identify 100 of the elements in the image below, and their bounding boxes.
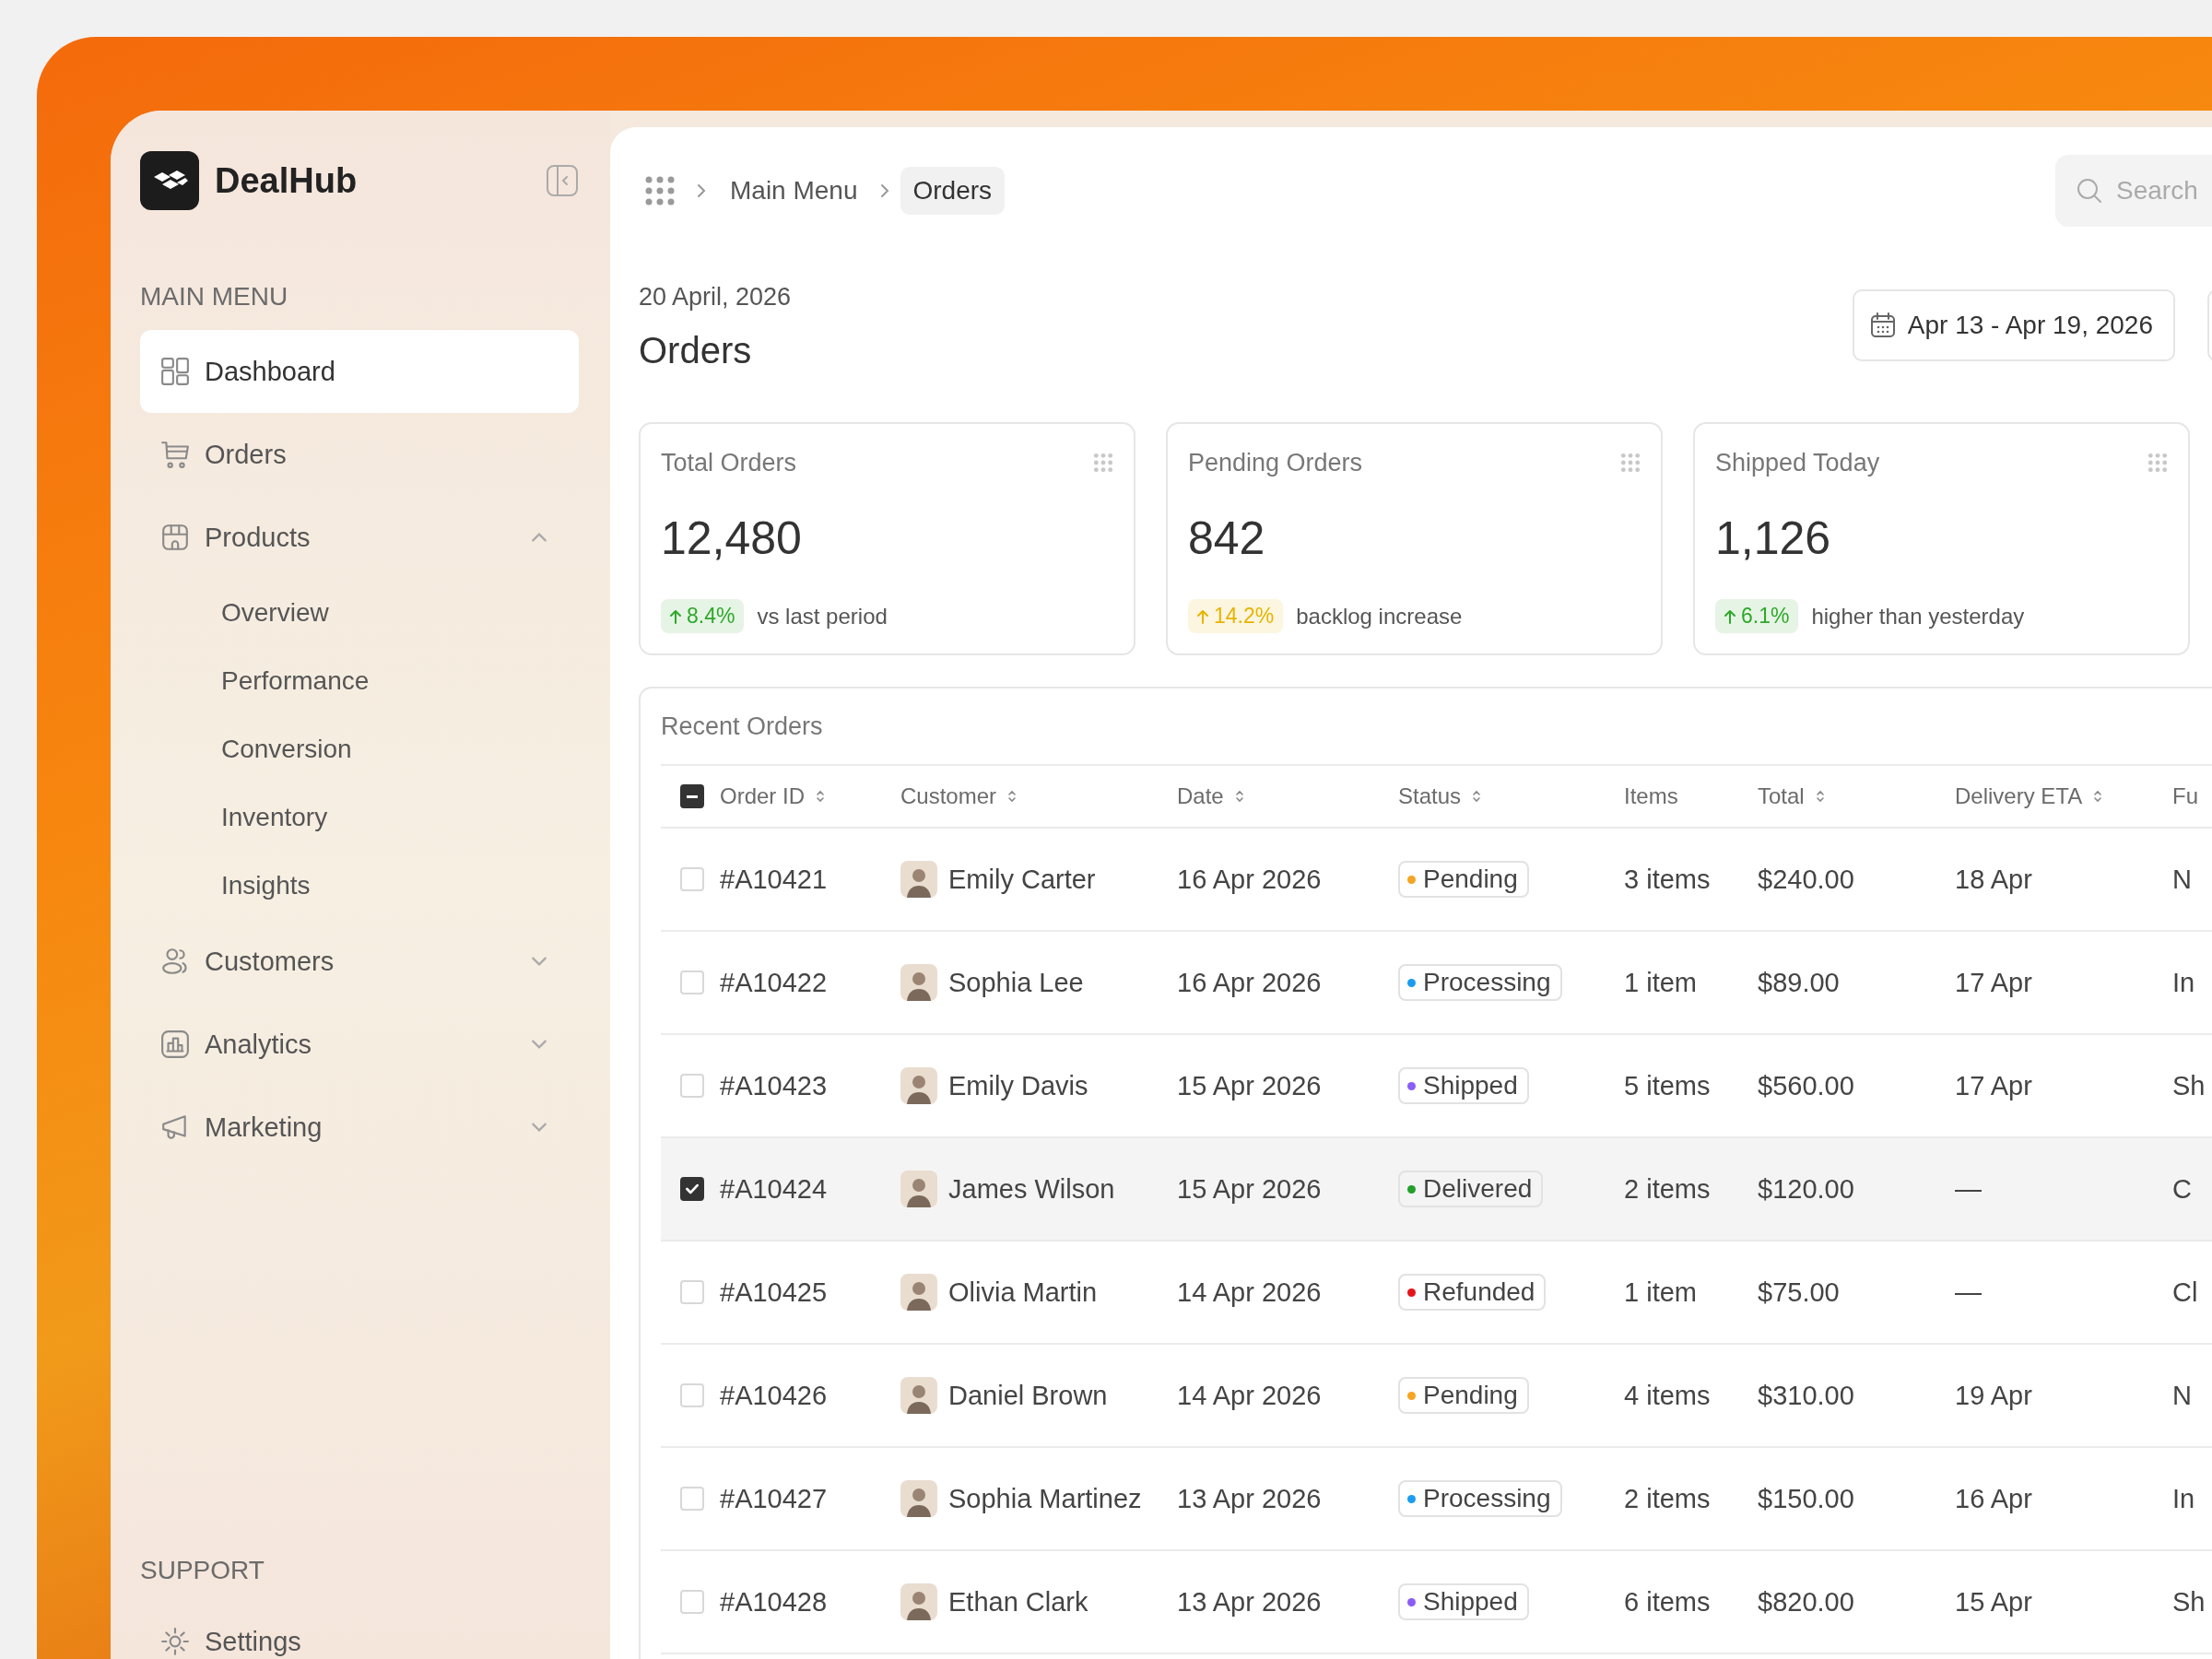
table-title: Recent Orders [661, 711, 824, 742]
order-id: #A10423 [720, 1070, 829, 1101]
column-header[interactable]: Total [1758, 783, 1955, 809]
item-count: 1 item [1624, 967, 1698, 998]
table-cell-text: Cl [2172, 1277, 2199, 1308]
breadcrumb-link[interactable]: Orders [900, 167, 1006, 215]
status-tag: Shipped [1398, 1583, 1529, 1620]
column-header[interactable]: Items [1624, 783, 1758, 809]
item-count: 3 items [1624, 864, 1712, 895]
order-id: #A10424 [720, 1173, 829, 1205]
column-header[interactable]: Delivery ETA [1955, 783, 2172, 809]
nav-subitem[interactable]: Overview [140, 579, 579, 647]
order-id: #A10422 [720, 967, 829, 998]
customer-name: James Wilson [948, 1173, 1115, 1205]
drag-handle-icon[interactable] [1620, 453, 1641, 473]
customer-name: Olivia Martin [948, 1277, 1098, 1308]
nav-subitem[interactable]: Performance [140, 647, 579, 715]
section-heading: SUPPORT [140, 1555, 265, 1586]
table-cell-text: N [2172, 864, 2193, 895]
order-date: 13 Apr 2026 [1177, 1586, 1323, 1618]
row-checkbox[interactable] [680, 1177, 704, 1201]
apps-grid-icon[interactable] [645, 176, 675, 206]
order-total: $240.00 [1758, 864, 1855, 895]
table-row[interactable]: #A10427 Sophia Martinez 13 Apr 2026 Processing 2 items $150.00 16 Apr In [661, 1448, 2212, 1551]
column-header[interactable]: Customer [900, 783, 1177, 809]
chevron-right-icon [879, 183, 889, 198]
status-tag: Delivered [1398, 1171, 1544, 1207]
nav-subitem[interactable]: Inventory [140, 783, 579, 852]
nav-subitem[interactable]: Conversion [140, 715, 579, 783]
avatar-icon [900, 1067, 937, 1104]
nav-subitem[interactable]: Insights [140, 852, 579, 920]
date-range-button[interactable]: Apr 13 - Apr 19, 2026 [1852, 289, 2175, 361]
stat-note: vs last period [757, 603, 888, 629]
logo-icon [140, 151, 199, 210]
stat-value: 1,126 [1715, 512, 1832, 566]
stat-note: backlog increase [1296, 603, 1463, 629]
customer-name: Ethan Clark [948, 1586, 1088, 1618]
table-row[interactable]: #A10425 Olivia Martin 14 Apr 2026 Refunded 1 item $75.00 — Cl [661, 1241, 2212, 1345]
nav-item[interactable]: Customers [140, 920, 579, 1003]
page-title: Orders [639, 329, 753, 372]
delivery-eta: 16 Apr [1955, 1483, 2033, 1514]
avatar-icon [900, 1274, 937, 1311]
order-date: 16 Apr 2026 [1177, 967, 1323, 998]
search-field[interactable]: Search [2055, 155, 2212, 227]
avatar-icon [900, 861, 937, 898]
order-id: #A10425 [720, 1277, 829, 1308]
order-total: $310.00 [1758, 1380, 1855, 1411]
status-tag: Processing [1398, 964, 1562, 1001]
stat-title: Pending Orders [1188, 448, 1363, 477]
status-tag: Processing [1398, 1480, 1562, 1517]
arrow-up-icon [1724, 608, 1735, 624]
order-date: 13 Apr 2026 [1177, 1483, 1323, 1514]
stat-value: 842 [1188, 512, 1266, 566]
table-row[interactable]: #A10428 Ethan Clark 13 Apr 2026 Shipped 6 items $820.00 15 Apr Sh [661, 1551, 2212, 1654]
stat-title: Total Orders [661, 448, 797, 477]
brand-name: DealHub [215, 160, 359, 201]
stat-note: higher than yesterday [1811, 603, 2025, 629]
nav-item[interactable]: Dashboard [140, 330, 579, 413]
select-all-checkbox[interactable] [680, 784, 704, 808]
trend-badge: 6.1% [1715, 599, 1799, 633]
column-header[interactable]: Status [1398, 783, 1624, 809]
drag-handle-icon[interactable] [2147, 453, 2168, 473]
table-row[interactable]: #A10426 Daniel Brown 14 Apr 2026 Pending 4 items $310.00 19 Apr N [661, 1345, 2212, 1448]
order-id: #A10428 [720, 1586, 829, 1618]
chevron-right-icon [697, 183, 706, 198]
item-count: 6 items [1624, 1586, 1712, 1618]
breadcrumb-link[interactable]: Main Menu [717, 167, 871, 215]
order-id: #A10427 [720, 1483, 829, 1514]
delivery-eta: 17 Apr [1955, 967, 2033, 998]
nav-item[interactable]: Settings [140, 1600, 579, 1659]
sidebar-collapse-icon[interactable] [546, 164, 579, 197]
column-header[interactable]: Date [1177, 783, 1398, 809]
column-header[interactable]: Order ID [720, 783, 900, 809]
calendar-icon [1868, 312, 1897, 339]
cart-icon [160, 440, 190, 469]
delivery-eta: — [1955, 1173, 1983, 1205]
table-cell-text: In [2172, 1483, 2196, 1514]
store-icon [160, 523, 190, 552]
customer-name: Emily Davis [948, 1070, 1088, 1101]
arrow-up-icon [1197, 608, 1208, 624]
drag-handle-icon[interactable] [1093, 453, 1113, 473]
search-icon [2076, 177, 2103, 205]
stat-value: 12,480 [661, 512, 803, 566]
nav-item[interactable]: Products [140, 496, 579, 579]
column-header[interactable]: Fu [2172, 783, 2212, 809]
table-cell-text: In [2172, 967, 2196, 998]
table-row[interactable]: #A10424 James Wilson 15 Apr 2026 Delivered 2 items $120.00 — C [661, 1138, 2212, 1241]
order-date: 15 Apr 2026 [1177, 1070, 1323, 1101]
users-icon [160, 947, 190, 976]
trend-badge: 8.4% [661, 599, 745, 633]
table-row[interactable]: #A10421 Emily Carter 16 Apr 2026 Pending 3 items $240.00 18 Apr N [661, 829, 2212, 932]
customer-name: Emily Carter [948, 864, 1096, 895]
nav-item[interactable]: Orders [140, 413, 579, 496]
nav-item[interactable]: Marketing [140, 1086, 579, 1169]
table-row[interactable]: #A10422 Sophia Lee 16 Apr 2026 Processing 1 item $89.00 17 Apr In [661, 932, 2212, 1035]
avatar-icon [900, 1377, 937, 1414]
item-count: 1 item [1624, 1277, 1698, 1308]
nav-item[interactable]: Analytics [140, 1003, 579, 1086]
item-count: 4 items [1624, 1380, 1712, 1411]
avatar-icon [900, 1480, 937, 1517]
